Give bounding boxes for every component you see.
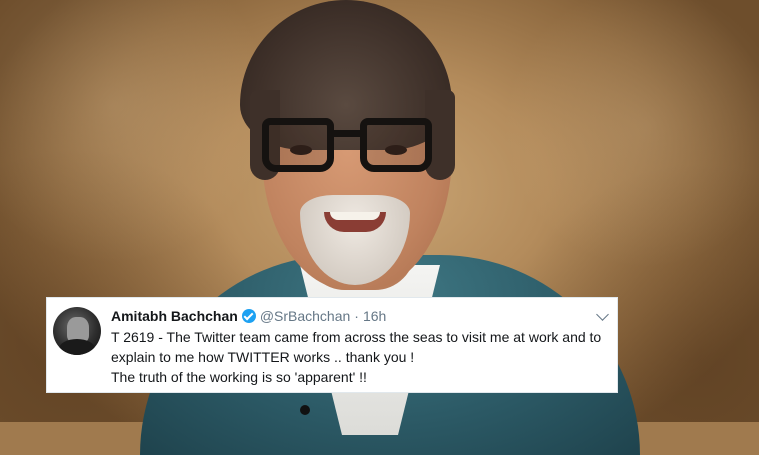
- eyeglasses: [262, 118, 432, 180]
- user-handle[interactable]: @SrBachchan: [260, 307, 350, 325]
- teeth: [330, 212, 380, 220]
- display-name[interactable]: Amitabh Bachchan: [111, 307, 238, 325]
- separator-dot: ·: [354, 308, 359, 324]
- avatar[interactable]: [53, 307, 101, 355]
- lens-right: [360, 118, 432, 172]
- tweet-text: T 2619 - The Twitter team came from acro…: [111, 327, 611, 387]
- tweet-text-line: T 2619 - The Twitter team came from acro…: [111, 329, 602, 345]
- glasses-bridge: [332, 130, 362, 137]
- tweet-text-line: The truth of the working is so 'apparent…: [111, 369, 367, 385]
- timestamp[interactable]: 16h: [363, 307, 386, 325]
- tweet-text-line: explain to me how TWITTER works .. thank…: [111, 349, 415, 365]
- lens-left: [262, 118, 334, 172]
- chevron-down-icon[interactable]: [596, 308, 609, 321]
- tweet-header: Amitabh Bachchan @SrBachchan · 16h: [111, 307, 386, 325]
- tweet-card[interactable]: Amitabh Bachchan @SrBachchan · 16h T 261…: [46, 297, 618, 393]
- avatar-body: [59, 339, 95, 355]
- shirt-button: [300, 405, 310, 415]
- verified-badge-icon: [241, 309, 256, 323]
